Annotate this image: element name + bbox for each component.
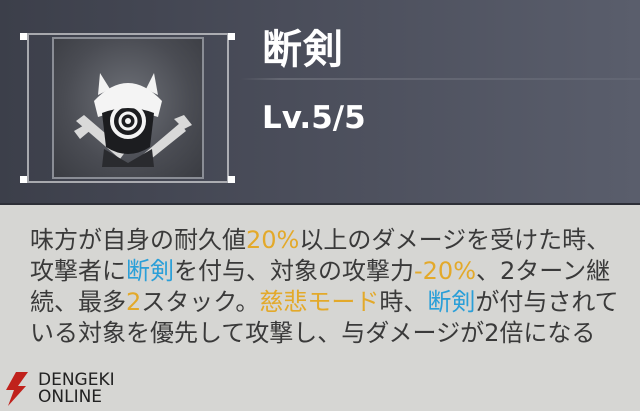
header-divider bbox=[240, 78, 640, 80]
skill-level: Lv.5/5 bbox=[262, 100, 366, 136]
description-highlight: 断剣 bbox=[427, 288, 476, 316]
skill-header: 断剣 Lv.5/5 bbox=[0, 0, 640, 205]
watermark-logo: DENGEKI ONLINE bbox=[0, 370, 140, 411]
description-highlight: 慈悲モード bbox=[259, 288, 380, 316]
helmet-swords-icon bbox=[74, 73, 192, 167]
skill-icon-box[interactable] bbox=[52, 37, 204, 179]
description-text: 時、 bbox=[379, 288, 428, 316]
description-highlight: 2 bbox=[126, 288, 142, 316]
description-highlight: 20% bbox=[246, 226, 300, 254]
description-text: 味方が自身の耐久値 bbox=[30, 226, 246, 254]
skill-name: 断剣 bbox=[262, 27, 344, 73]
corner-dot bbox=[20, 33, 27, 40]
description-highlight: 断剣 bbox=[126, 257, 174, 285]
watermark-text: DENGEKI ONLINE bbox=[38, 370, 115, 407]
corner-dot bbox=[228, 33, 235, 40]
corner-dot bbox=[20, 176, 27, 183]
description-highlight: -20% bbox=[414, 257, 477, 285]
description-text: スタック。 bbox=[141, 288, 260, 316]
skill-description: 味方が自身の耐久値20%以上のダメージを受けた時、攻撃者に断剣を付与、対象の攻撃… bbox=[30, 225, 630, 349]
description-text: を付与、対象の攻撃力 bbox=[174, 257, 414, 285]
dengeki-logo-icon bbox=[6, 372, 28, 406]
corner-dot bbox=[228, 176, 235, 183]
